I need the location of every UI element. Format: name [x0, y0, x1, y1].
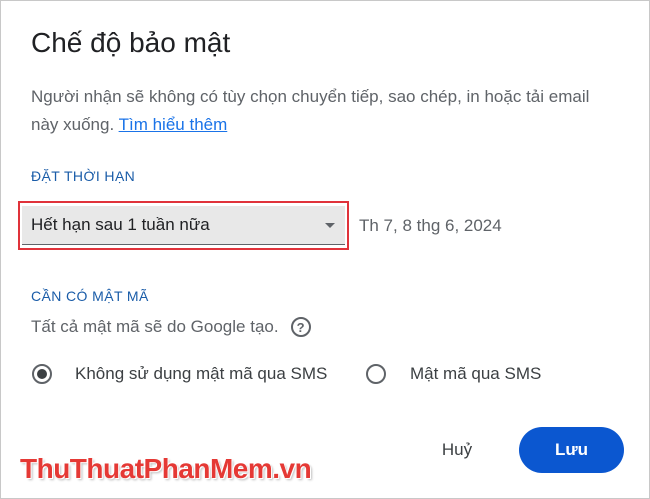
dialog-title: Chế độ bảo mật: [31, 27, 231, 58]
radio-option-sms[interactable]: Mật mã qua SMS: [366, 364, 541, 384]
confidential-mode-dialog: Chế độ bảo mật Người nhận sẽ không có tù…: [0, 0, 650, 499]
expiry-date: Th 7, 8 thg 6, 2024: [359, 216, 502, 235]
cancel-button[interactable]: Huỷ: [426, 432, 488, 468]
radio-unchecked-icon[interactable]: [366, 364, 386, 384]
radio-checked-icon[interactable]: [32, 364, 52, 384]
expiry-section-label: ĐẶT THỜI HẠN: [31, 168, 136, 184]
dialog-description: Người nhận sẽ không có tùy chọn chuyển t…: [31, 83, 611, 139]
radio-label-sms: Mật mã qua SMS: [410, 364, 542, 383]
help-icon[interactable]: ?: [290, 317, 311, 337]
passcode-section-label: CẦN CÓ MẬT MÃ: [31, 288, 149, 304]
radio-label-no-sms: Không sử dụng mật mã qua SMS: [75, 364, 328, 383]
dropdown-caret-icon: [325, 223, 335, 228]
description-text: Người nhận sẽ không có tùy chọn chuyển t…: [31, 87, 590, 134]
watermark-logo: ThuThuatPhanMem.vn: [20, 453, 312, 484]
expiry-selected-value: Hết hạn sau 1 tuần nữa: [31, 215, 210, 234]
passcode-hint-text: Tất cả mật mã sẽ do Google tạo.: [31, 317, 279, 336]
passcode-hint: Tất cả mật mã sẽ do Google tạo. ?: [31, 317, 311, 337]
expiry-dropdown[interactable]: Hết hạn sau 1 tuần nữa: [22, 206, 345, 245]
save-button[interactable]: Lưu: [519, 427, 624, 473]
learn-more-link[interactable]: Tìm hiểu thêm: [119, 115, 228, 134]
radio-option-no-sms[interactable]: Không sử dụng mật mã qua SMS: [32, 364, 327, 384]
